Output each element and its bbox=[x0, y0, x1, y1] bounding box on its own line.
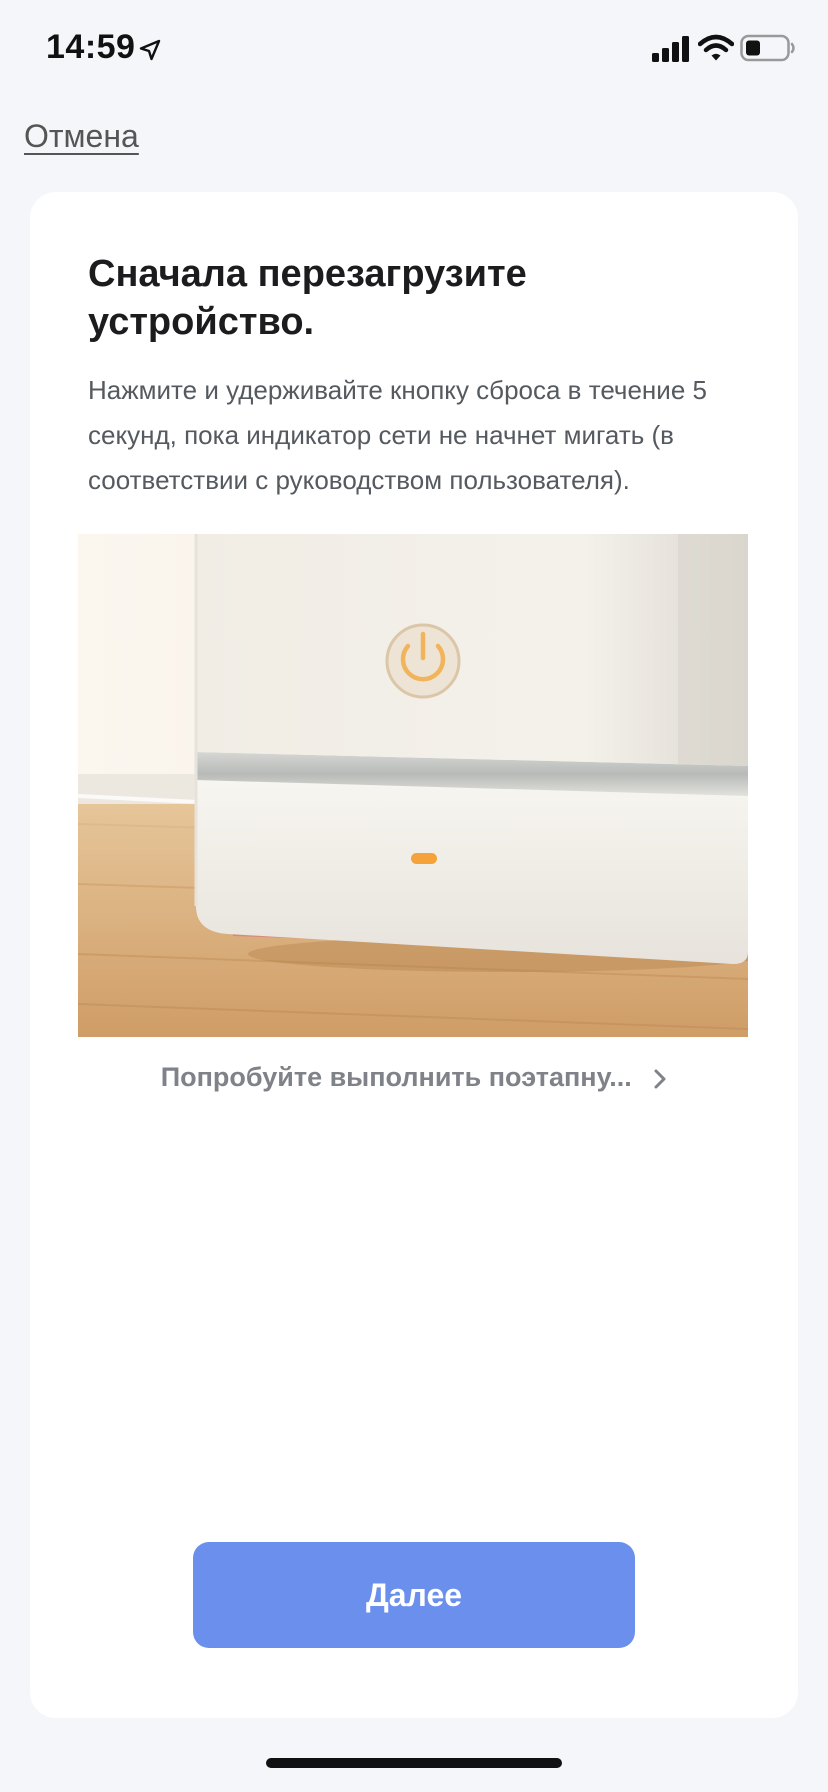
wifi-icon bbox=[698, 34, 734, 61]
guide-link-label: Попробуйте выполнить поэтапну... bbox=[160, 1062, 632, 1092]
home-indicator bbox=[266, 1758, 562, 1768]
device-illustration bbox=[78, 534, 748, 1037]
status-bar: 14:59 bbox=[0, 0, 828, 100]
cancel-link[interactable]: Отмена bbox=[24, 118, 139, 155]
location-arrow-icon bbox=[139, 39, 161, 61]
chevron-right-icon bbox=[654, 1069, 666, 1089]
next-button[interactable]: Далее bbox=[193, 1542, 635, 1648]
page-title: Сначала перезагрузите устройство. bbox=[88, 253, 527, 343]
cellular-signal-icon bbox=[652, 36, 689, 62]
status-time: 14:59 bbox=[46, 28, 136, 66]
battery-icon bbox=[740, 34, 795, 62]
screen: 14:59 Отмена Сначала перезагрузите устро… bbox=[0, 0, 828, 1792]
instruction-text: Нажмите и удерживайте кнопку сброса в те… bbox=[88, 375, 707, 495]
step-by-step-guide-link[interactable]: Попробуйте выполнить поэтапну... bbox=[30, 1062, 798, 1093]
reset-instruction-card: Сначала перезагрузите устройство. Нажмит… bbox=[30, 192, 798, 1718]
